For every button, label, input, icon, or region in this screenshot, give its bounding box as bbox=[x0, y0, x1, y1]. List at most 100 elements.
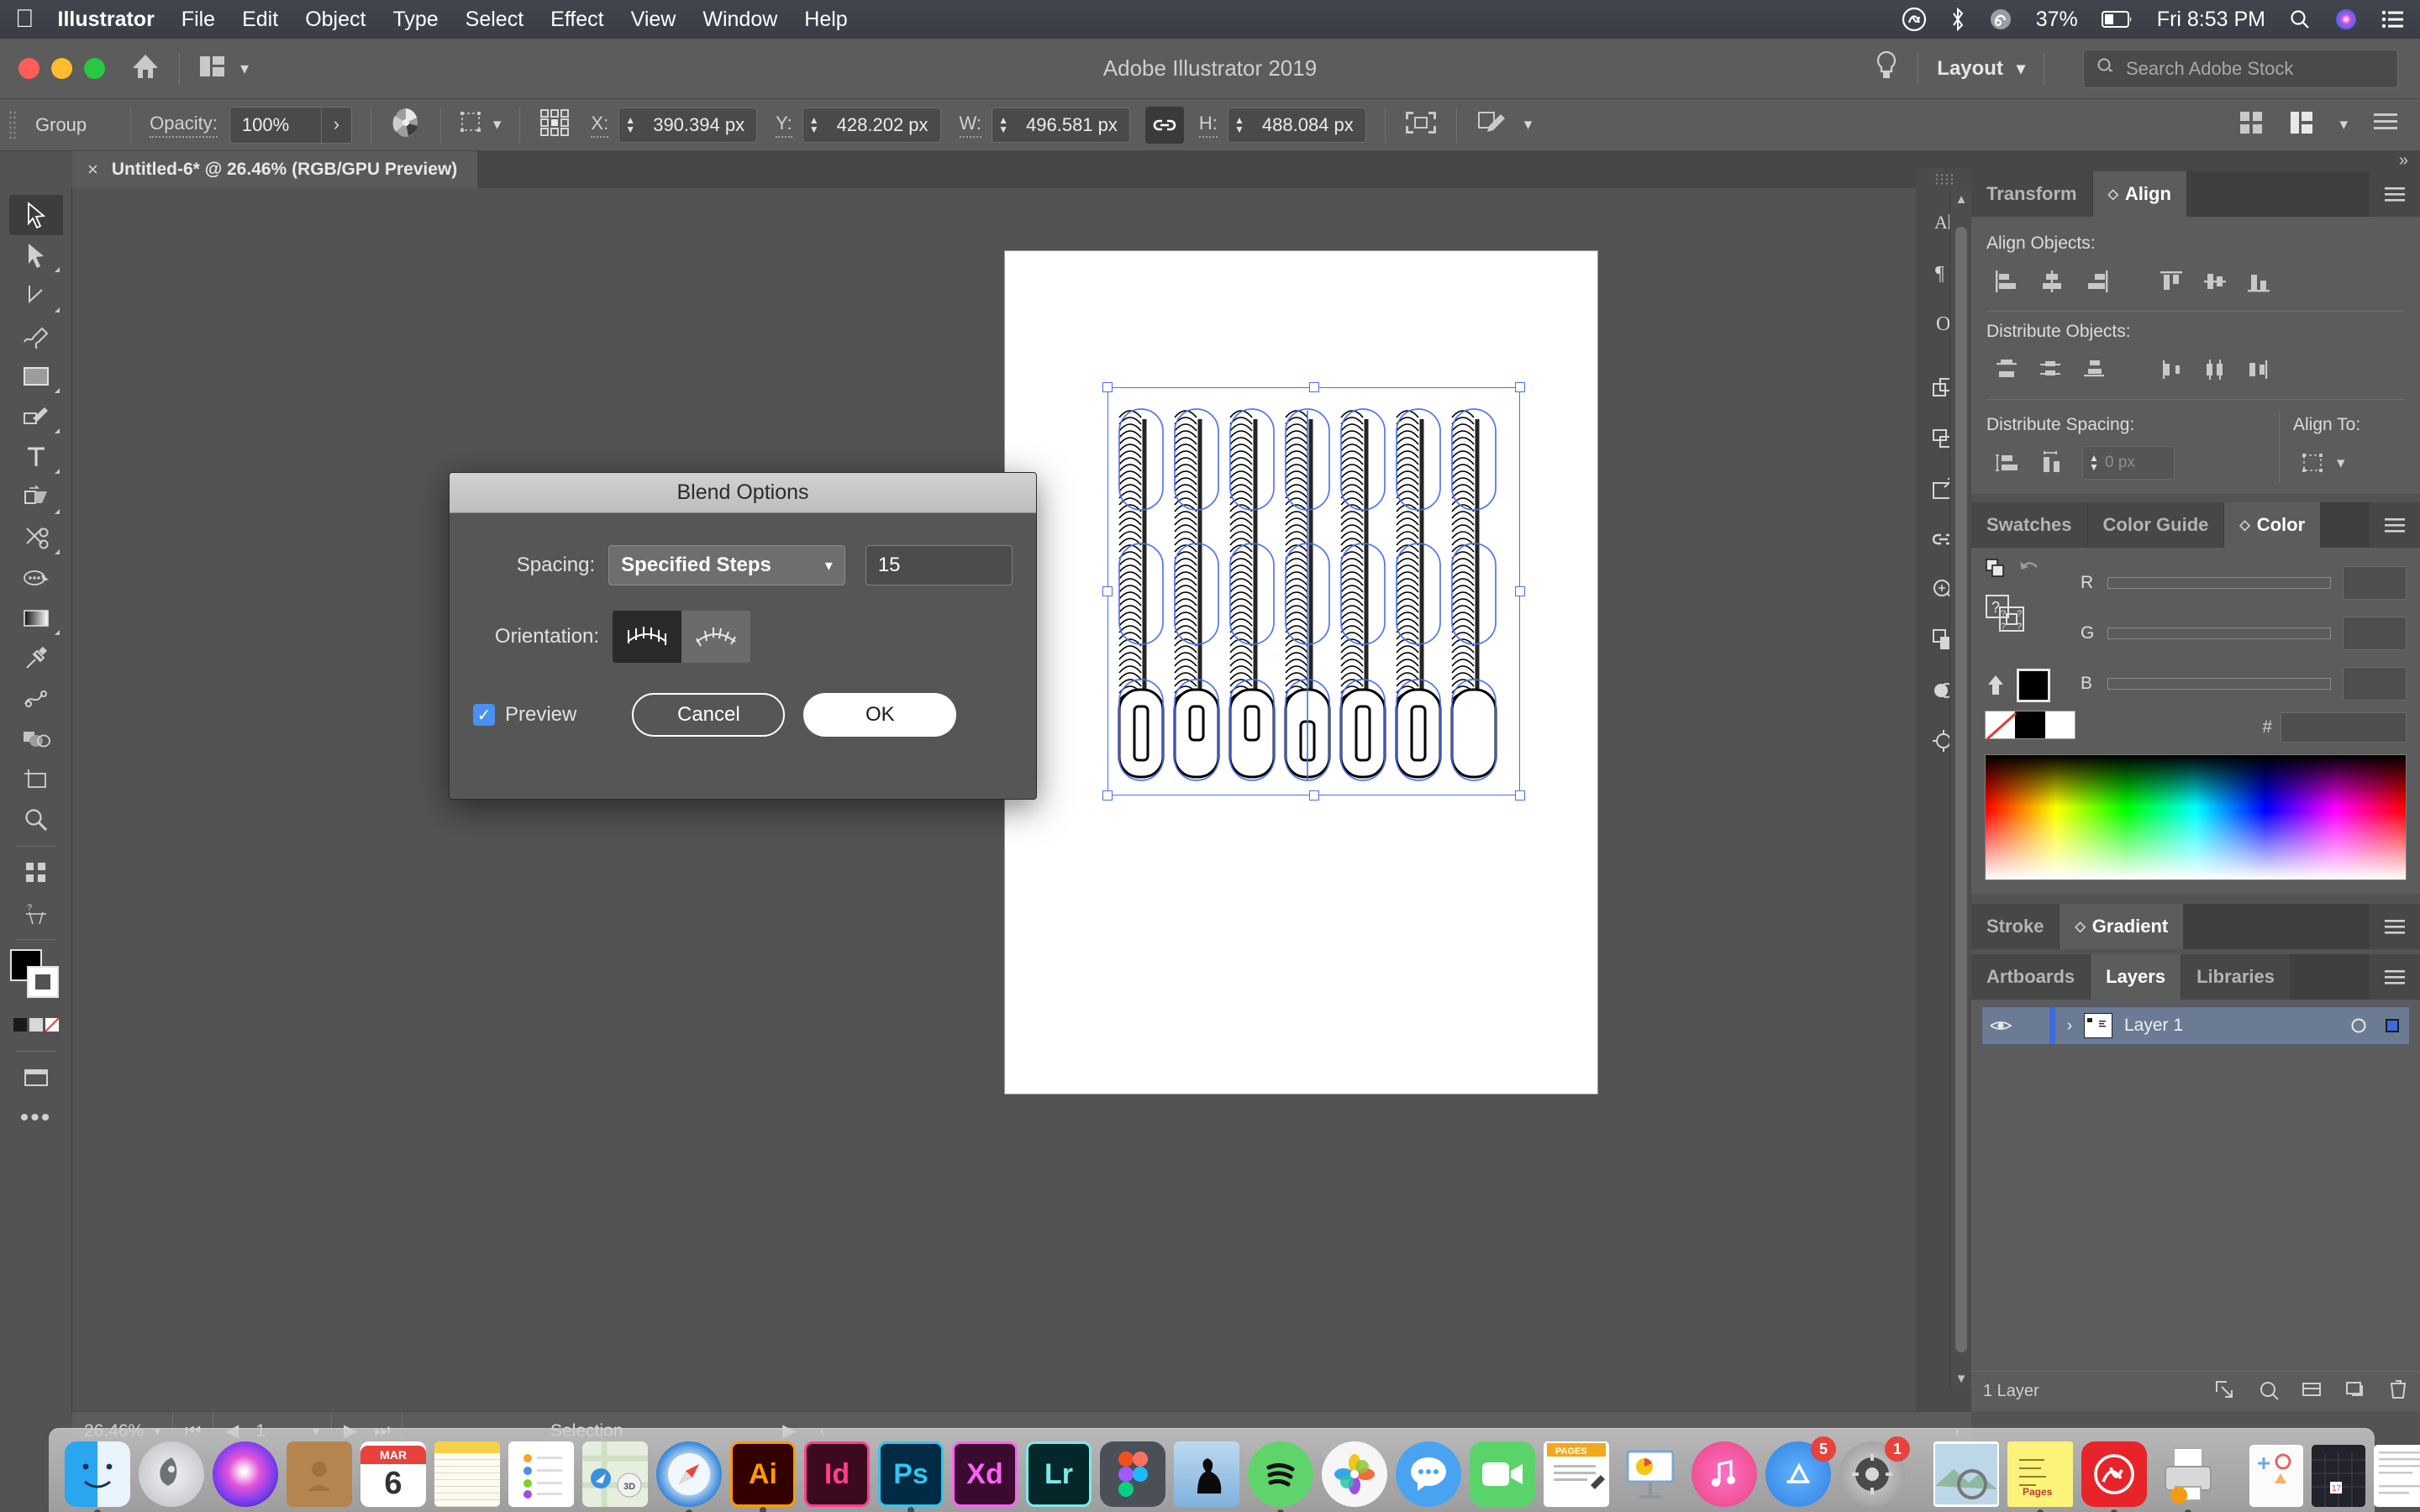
arrange-documents-icon[interactable] bbox=[198, 54, 227, 83]
selection-handle[interactable] bbox=[1515, 382, 1525, 392]
canvas-vertical-scrollbar[interactable]: ▲ ▼ bbox=[1949, 188, 1971, 1389]
curvature-tool[interactable] bbox=[9, 276, 63, 316]
color-swap-icon[interactable] bbox=[1985, 558, 2007, 584]
white-swatch[interactable] bbox=[2044, 711, 2075, 738]
height-field[interactable]: ▲ ▼ 488.084 px bbox=[1227, 107, 1366, 143]
workspace-switcher[interactable]: Layout ▾ bbox=[1937, 57, 2025, 81]
panel-grip[interactable] bbox=[1934, 173, 1953, 185]
dock-item-illustrator[interactable]: Ai bbox=[730, 1441, 796, 1512]
align-right-icon[interactable] bbox=[2074, 262, 2118, 301]
align-icon[interactable] bbox=[1404, 108, 1438, 142]
opacity-options-arrow-icon[interactable]: › bbox=[320, 106, 351, 144]
dock-item-facetime[interactable] bbox=[1470, 1441, 1535, 1507]
dock-item-adobe-xd[interactable]: Xd bbox=[952, 1441, 1018, 1507]
table-row[interactable]: › Layer 1 bbox=[1981, 1006, 2410, 1045]
blue-channel-slider[interactable] bbox=[2107, 678, 2331, 690]
steps-input[interactable]: 15 bbox=[865, 545, 1013, 585]
edit-toolbar-icon[interactable] bbox=[1476, 108, 1509, 143]
tab-stroke[interactable]: Stroke bbox=[1971, 904, 2060, 949]
target-layer-icon[interactable] bbox=[2342, 1017, 2375, 1034]
menu-item-illustrator[interactable]: Illustrator bbox=[58, 8, 155, 32]
minimized-window-whiteboard[interactable] bbox=[2249, 1445, 2303, 1507]
document-tab[interactable]: × Untitled-6* @ 26.46% (RGB/GPU Preview) bbox=[72, 151, 478, 188]
dock-item-creative-cloud[interactable] bbox=[2081, 1441, 2147, 1512]
minimized-window-document[interactable] bbox=[2374, 1445, 2420, 1507]
scissors-tool[interactable] bbox=[9, 517, 63, 558]
align-left-icon[interactable] bbox=[1986, 262, 2030, 301]
artboard[interactable] bbox=[1005, 251, 1597, 1094]
distribute-left-icon[interactable] bbox=[2149, 350, 2193, 389]
distribute-vertical-space-icon[interactable] bbox=[1986, 444, 2030, 482]
tab-align[interactable]: ◇ Align bbox=[2092, 171, 2187, 217]
chevron-down-icon[interactable]: ▾ bbox=[240, 58, 249, 79]
panel-menu-icon[interactable] bbox=[2370, 502, 2420, 548]
dock-item-photos[interactable] bbox=[1322, 1441, 1387, 1507]
ok-button[interactable]: OK bbox=[803, 693, 957, 737]
selection-handle[interactable] bbox=[1308, 382, 1319, 392]
dropbox-icon[interactable] bbox=[1989, 8, 2012, 31]
dock-item-spotify[interactable] bbox=[1248, 1441, 1313, 1512]
spacing-stepper[interactable]: ▲ ▼ bbox=[2083, 445, 2105, 480]
scrollbar-thumb[interactable] bbox=[1955, 227, 1967, 1352]
rotate-tool[interactable] bbox=[9, 558, 63, 598]
direct-selection-tool[interactable] bbox=[9, 235, 63, 276]
h-label[interactable]: H: bbox=[1198, 113, 1218, 138]
siri-icon[interactable] bbox=[2334, 8, 2358, 31]
layer-visibility-eye-icon[interactable] bbox=[1982, 1018, 2019, 1033]
dock-item-finder[interactable] bbox=[65, 1441, 130, 1512]
tab-color[interactable]: ◇ Color bbox=[2224, 502, 2322, 548]
dock-item-preview[interactable] bbox=[1933, 1441, 1999, 1507]
y-label[interactable]: Y: bbox=[776, 113, 792, 138]
eyedropper-tool[interactable] bbox=[9, 638, 63, 679]
layer-name[interactable]: Layer 1 bbox=[2124, 1016, 2183, 1036]
anchor-reference-point-icon[interactable] bbox=[539, 108, 571, 143]
bluetooth-icon[interactable] bbox=[1950, 7, 1965, 32]
dock-item-notes[interactable] bbox=[434, 1441, 500, 1507]
y-position-field[interactable]: ▲ ▼ 428.202 px bbox=[802, 107, 941, 143]
maximize-window-button[interactable] bbox=[84, 58, 105, 79]
align-to-selection-icon[interactable] bbox=[2293, 444, 2337, 482]
selection-handle[interactable] bbox=[1102, 790, 1113, 801]
blend-options-dialog[interactable]: Blend Options Spacing: Specified Steps ▾… bbox=[449, 472, 1037, 800]
align-to-path-icon[interactable] bbox=[681, 611, 750, 663]
width-field[interactable]: ▲ ▼ 496.581 px bbox=[992, 107, 1130, 143]
red-channel-slider[interactable] bbox=[2107, 577, 2331, 589]
x-label[interactable]: X: bbox=[591, 113, 609, 138]
none-swatch-icon[interactable] bbox=[1986, 711, 2016, 738]
selection-handle[interactable] bbox=[1308, 790, 1319, 801]
menu-item-effect[interactable]: Effect bbox=[550, 8, 603, 32]
chevron-down-icon[interactable]: ▾ bbox=[493, 115, 502, 134]
fill-swatch[interactable] bbox=[2017, 669, 2050, 702]
expand-layer-icon[interactable]: › bbox=[2055, 1016, 2084, 1036]
locate-object-icon[interactable] bbox=[2213, 1378, 2235, 1405]
pen-tool[interactable] bbox=[9, 316, 63, 356]
type-tool[interactable] bbox=[9, 437, 63, 477]
dock-item-maps[interactable]: 3D bbox=[582, 1441, 648, 1507]
bulb-icon[interactable] bbox=[1874, 50, 1899, 87]
minimize-window-button[interactable] bbox=[51, 58, 72, 79]
free-transform-tool[interactable] bbox=[9, 853, 63, 893]
align-vertical-center-icon[interactable] bbox=[2193, 262, 2237, 301]
tab-transform[interactable]: Transform bbox=[1971, 171, 2093, 217]
dock-item-indesign[interactable]: Id bbox=[804, 1441, 870, 1507]
dock-item-calendar[interactable]: MAR 6 bbox=[360, 1441, 426, 1507]
stroke-swatch[interactable] bbox=[26, 966, 59, 998]
dock-item-itunes[interactable] bbox=[1691, 1441, 1757, 1507]
perspective-grid-tool[interactable]: ? bbox=[9, 893, 63, 933]
x-position-field[interactable]: ▲ ▼ 390.394 px bbox=[618, 107, 758, 143]
distribute-horizontal-space-icon[interactable] bbox=[2030, 444, 2074, 482]
adobe-stock-search[interactable]: Search Adobe Stock bbox=[2083, 49, 2398, 88]
red-channel-value[interactable] bbox=[2343, 566, 2407, 600]
shape-modes-tool[interactable] bbox=[9, 719, 63, 759]
artwork-blend-group[interactable] bbox=[1102, 382, 1525, 801]
apply-color-arrow-icon[interactable] bbox=[1985, 674, 2007, 701]
home-icon[interactable] bbox=[130, 52, 160, 85]
create-new-sublayer-icon[interactable] bbox=[2301, 1378, 2323, 1405]
opacity-label[interactable]: Opacity: bbox=[150, 113, 218, 138]
align-to-control[interactable]: ▾ bbox=[2293, 444, 2405, 482]
dock-item-reminders[interactable] bbox=[508, 1441, 574, 1507]
dock-item-messages[interactable] bbox=[1396, 1441, 1461, 1507]
tab-layers[interactable]: Layers bbox=[2091, 954, 2182, 1000]
dock-item-safari[interactable] bbox=[656, 1441, 722, 1512]
spotlight-search-icon[interactable] bbox=[2289, 8, 2311, 30]
